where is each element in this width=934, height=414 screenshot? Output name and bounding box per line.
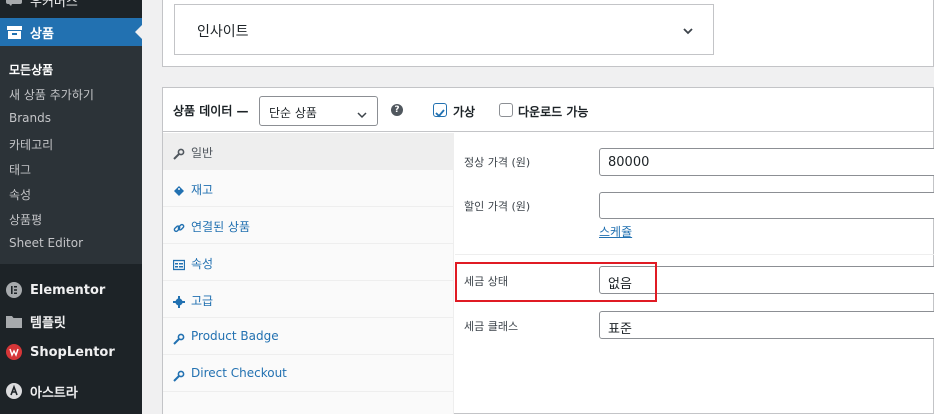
tab-inventory[interactable]: 재고: [163, 170, 454, 207]
menu-elementor-label: Elementor: [30, 282, 106, 298]
tab-linked-products[interactable]: 연결된 상품: [163, 207, 454, 244]
menu-templates[interactable]: 템플릿: [0, 308, 142, 334]
product-data-title: 상품 데이터 —: [173, 104, 249, 118]
menu-shoplentor-label: ShopLentor: [30, 344, 115, 360]
gear-icon: [173, 293, 185, 308]
tab-advanced-label: 고급: [191, 294, 214, 308]
tab-direct-checkout[interactable]: Direct Checkout: [163, 355, 454, 392]
wrench-icon: [173, 145, 185, 160]
regular-price-value: 80000: [608, 155, 650, 170]
table-icon: [172, 256, 186, 271]
regular-price-label: 정상 가격 (원): [464, 156, 531, 169]
virtual-label: 가상: [453, 105, 476, 119]
sale-price-label: 할인 가격 (원): [464, 200, 531, 213]
tab-general[interactable]: 일반: [163, 133, 454, 170]
tab-advanced[interactable]: 고급: [163, 281, 454, 318]
submenu-add-new[interactable]: 새 상품 추가하기: [9, 86, 94, 103]
shoplentor-icon: [6, 344, 22, 360]
tab-product-badge-label: Product Badge: [191, 329, 279, 343]
products-submenu: 모든상품 새 상품 추가하기 Brands 카테고리 태그 속성 상품평 She…: [0, 46, 142, 264]
menu-elementor[interactable]: Elementor: [0, 277, 142, 303]
menu-woocommerce[interactable]: 우커머스: [0, 0, 142, 12]
regular-price-input[interactable]: 80000: [599, 148, 934, 176]
submenu-tags[interactable]: 태그: [9, 161, 31, 178]
archive-icon: [6, 24, 22, 40]
tax-class-label: 세금 클래스: [464, 320, 519, 333]
product-type-select[interactable]: 단순 상품: [259, 96, 378, 126]
product-data-tabs: 일반 재고 연결된 상품 속성 고급 Product Badge Direct …: [163, 133, 454, 414]
folder-icon: [6, 313, 22, 329]
menu-woocommerce-label: 우커머스: [30, 0, 78, 10]
wrench-icon: [173, 367, 185, 382]
tab-linked-products-label: 연결된 상품: [191, 220, 251, 234]
product-data-metabox: 상품 데이터 — 단순 상품 ? 가상 다운로드 가능 일반 재고 연결된 상품…: [162, 87, 934, 414]
elementor-icon: [6, 282, 22, 298]
help-icon[interactable]: ?: [391, 104, 403, 116]
menu-astra[interactable]: 아스트라: [0, 378, 142, 404]
section-divider: [455, 254, 934, 255]
insight-label: 인사이트: [197, 24, 249, 40]
chevron-down-icon[interactable]: [681, 23, 695, 37]
menu-products-label: 상품: [30, 26, 54, 42]
tag-icon: [173, 182, 185, 196]
tax-class-select[interactable]: 표준: [599, 311, 934, 339]
tab-general-label: 일반: [191, 146, 214, 160]
screen: 우커머스 상품 모든상품 새 상품 추가하기 Brands 카테고리 태그 속성…: [0, 0, 934, 414]
astra-icon: [6, 383, 22, 399]
menu-templates-label: 템플릿: [30, 315, 66, 331]
insight-toggle[interactable]: 인사이트: [174, 4, 714, 55]
submenu-categories[interactable]: 카테고리: [9, 136, 53, 153]
tab-inventory-label: 재고: [191, 183, 214, 197]
tab-product-badge[interactable]: Product Badge: [163, 318, 454, 355]
submenu-brands[interactable]: Brands: [9, 111, 51, 125]
chevron-down-icon: [356, 106, 368, 119]
submenu-all-products[interactable]: 모든상품: [9, 61, 53, 78]
submenu-attributes[interactable]: 속성: [9, 186, 31, 203]
tab-direct-checkout-label: Direct Checkout: [191, 366, 287, 380]
menu-shoplentor[interactable]: ShopLentor: [0, 339, 142, 365]
downloadable-checkbox[interactable]: [499, 103, 513, 117]
sale-price-input[interactable]: [599, 192, 934, 219]
virtual-checkbox[interactable]: [433, 103, 447, 118]
submenu-sheet-editor[interactable]: Sheet Editor: [9, 236, 83, 250]
woocommerce-icon: [6, 0, 22, 8]
product-data-header: 상품 데이터 — 단순 상품 ? 가상 다운로드 가능: [163, 88, 934, 132]
tax-class-value: 표준: [608, 322, 632, 337]
schedule-link[interactable]: 스케쥴: [599, 223, 632, 240]
tab-attributes[interactable]: 속성: [163, 244, 454, 281]
tab-attributes-label: 속성: [191, 257, 214, 271]
submenu-reviews[interactable]: 상품평: [9, 211, 42, 228]
product-type-value: 단순 상품: [269, 106, 317, 120]
menu-products[interactable]: 상품: [0, 18, 142, 46]
menu-astra-label: 아스트라: [30, 385, 78, 401]
link-icon: [173, 219, 185, 233]
admin-sidebar: 우커머스 상품 모든상품 새 상품 추가하기 Brands 카테고리 태그 속성…: [0, 0, 142, 414]
wrench-icon: [173, 330, 185, 345]
annotation-highlight-box: [455, 262, 657, 302]
downloadable-label: 다운로드 가능: [518, 105, 589, 119]
